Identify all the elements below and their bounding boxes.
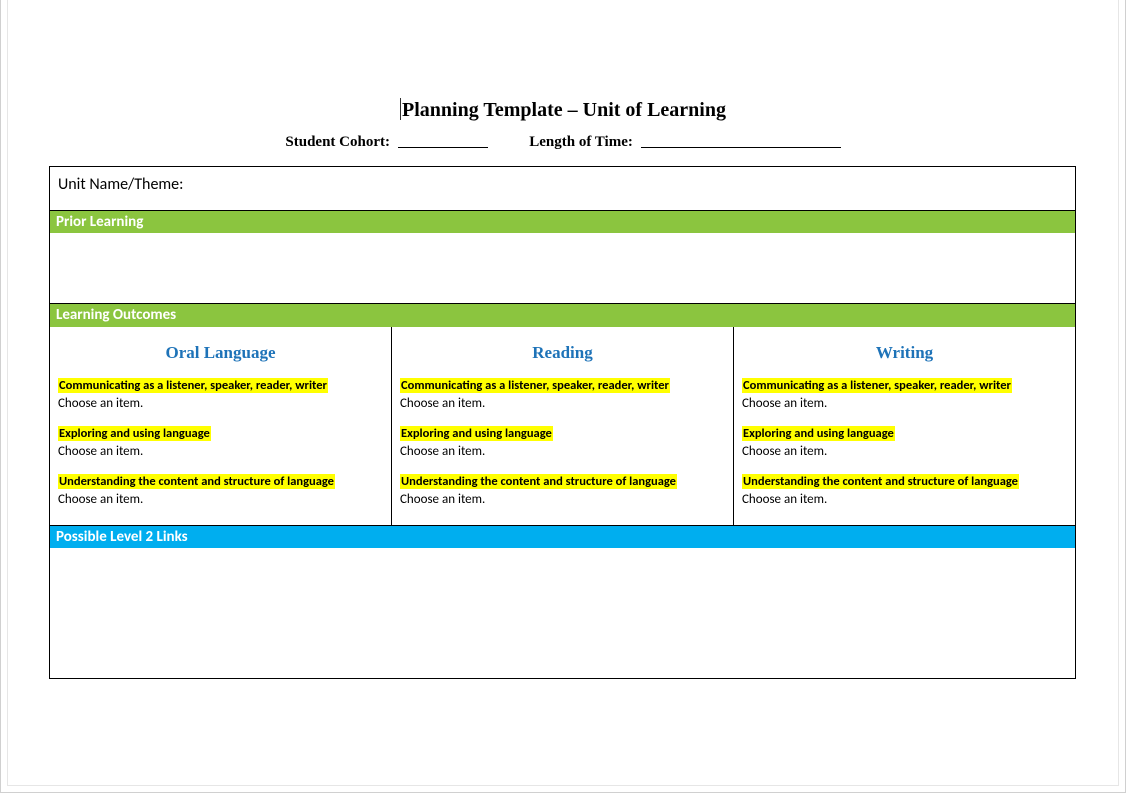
document-title: Planning Template – Unit of Learning xyxy=(8,98,1118,122)
writing-choose-1[interactable]: Choose an item. xyxy=(742,396,1067,411)
unit-name-label: Unit Name/Theme: xyxy=(58,175,183,194)
student-cohort-label: Student Cohort: xyxy=(285,134,390,150)
oral-choose-2[interactable]: Choose an item. xyxy=(58,444,383,459)
page: Planning Template – Unit of Learning Stu… xyxy=(0,0,1126,793)
oral-choose-3[interactable]: Choose an item. xyxy=(58,492,383,507)
column-reading: Reading Communicating as a listener, spe… xyxy=(391,327,733,525)
reading-strand-3: Understanding the content and structure … xyxy=(400,474,677,489)
column-heading-oral: Oral Language xyxy=(58,327,383,377)
learning-outcomes-header: Learning Outcomes xyxy=(50,303,1075,326)
student-cohort-blank[interactable] xyxy=(398,147,488,148)
writing-strand-1: Communicating as a listener, speaker, re… xyxy=(742,378,1012,393)
learning-outcomes-label: Learning Outcomes xyxy=(56,306,176,324)
writing-strand-2: Exploring and using language xyxy=(742,426,895,441)
possible-level-2-header: Possible Level 2 Links xyxy=(50,525,1075,548)
learning-outcomes-grid: Oral Language Communicating as a listene… xyxy=(50,326,1075,525)
length-of-time-label: Length of Time: xyxy=(529,134,633,150)
oral-strand-2: Exploring and using language xyxy=(58,426,211,441)
subheader: Student Cohort: Length of Time: xyxy=(8,134,1118,151)
column-oral-language: Oral Language Communicating as a listene… xyxy=(50,327,391,525)
reading-strand-1: Communicating as a listener, speaker, re… xyxy=(400,378,670,393)
page-inner: Planning Template – Unit of Learning Stu… xyxy=(7,0,1119,786)
oral-strand-1: Communicating as a listener, speaker, re… xyxy=(58,378,328,393)
oral-choose-1[interactable]: Choose an item. xyxy=(58,396,383,411)
reading-choose-2[interactable]: Choose an item. xyxy=(400,444,725,459)
prior-learning-header: Prior Learning xyxy=(50,210,1075,233)
reading-strand-2: Exploring and using language xyxy=(400,426,553,441)
length-of-time-blank[interactable] xyxy=(641,147,841,148)
planning-table: Unit Name/Theme: Prior Learning Learning… xyxy=(49,166,1076,679)
column-heading-reading: Reading xyxy=(400,327,725,377)
prior-learning-body[interactable] xyxy=(50,233,1075,303)
writing-choose-2[interactable]: Choose an item. xyxy=(742,444,1067,459)
column-writing: Writing Communicating as a listener, spe… xyxy=(733,327,1075,525)
reading-choose-1[interactable]: Choose an item. xyxy=(400,396,725,411)
prior-learning-label: Prior Learning xyxy=(56,213,143,231)
column-heading-writing: Writing xyxy=(742,327,1067,377)
document-title-text: Planning Template – Unit of Learning xyxy=(402,99,726,121)
writing-choose-3[interactable]: Choose an item. xyxy=(742,492,1067,507)
writing-strand-3: Understanding the content and structure … xyxy=(742,474,1019,489)
unit-name-row: Unit Name/Theme: xyxy=(50,167,1075,210)
oral-strand-3: Understanding the content and structure … xyxy=(58,474,335,489)
possible-level-2-body[interactable] xyxy=(50,548,1075,678)
possible-level-2-label: Possible Level 2 Links xyxy=(56,528,188,546)
text-cursor-icon xyxy=(400,98,401,120)
reading-choose-3[interactable]: Choose an item. xyxy=(400,492,725,507)
